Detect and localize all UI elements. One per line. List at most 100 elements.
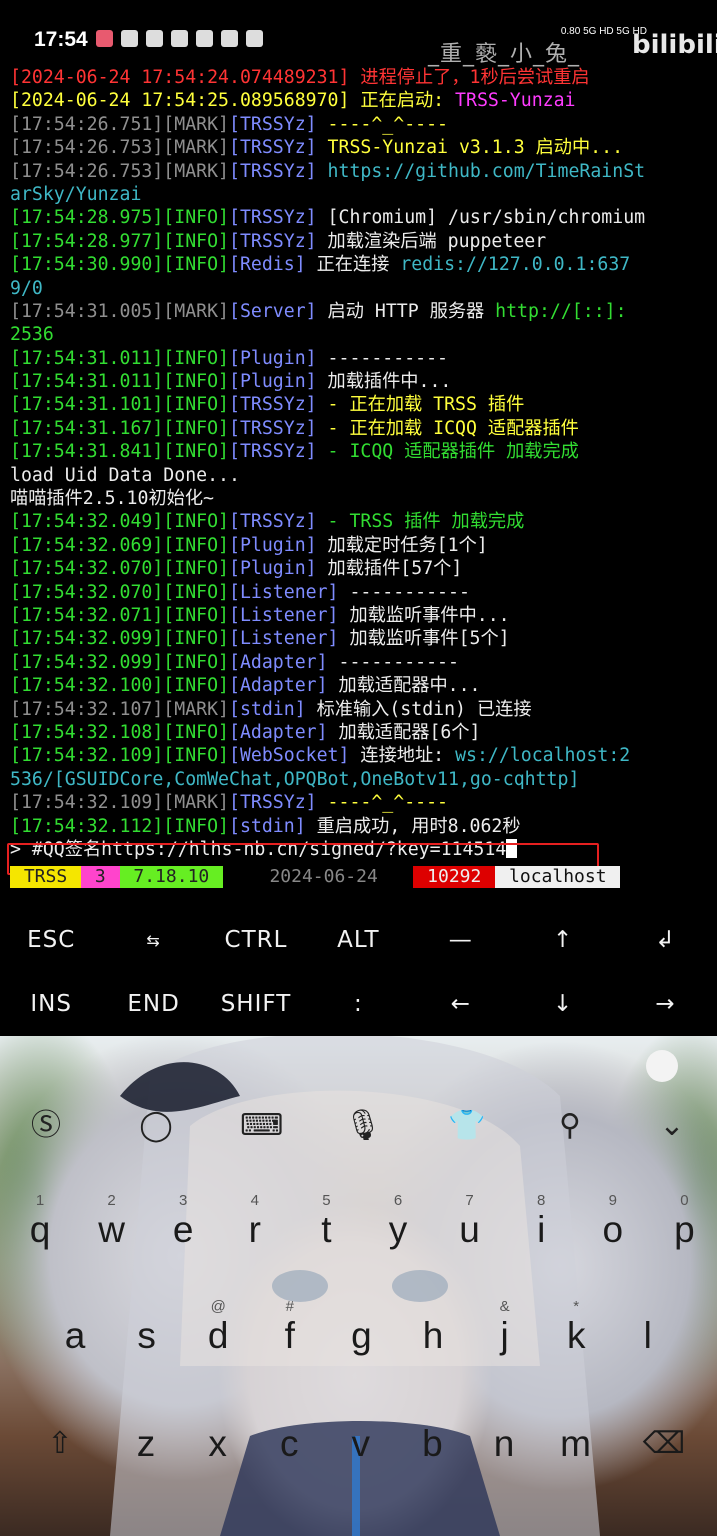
log-segment: [17:54:26.751][MARK] (10, 113, 229, 135)
key-i[interactable]: 8i (511, 1192, 571, 1250)
log-segment: [stdin] (229, 698, 306, 720)
sogou-logo-icon[interactable]: Ⓢ (28, 1108, 64, 1144)
extra-key[interactable]: CTRL (205, 927, 307, 953)
key-label: b (422, 1423, 443, 1464)
extra-key[interactable]: END (102, 991, 204, 1017)
key-label: x (208, 1423, 227, 1464)
log-segment: [2024-06-24 17:54:25.089568970] 正在启动: (10, 90, 456, 112)
extra-key[interactable]: : (307, 991, 409, 1017)
log-segment: 加载插件中... (316, 371, 452, 393)
log-segment: - ICQQ 适配器插件 加载完成 (316, 441, 579, 463)
key-hint (117, 1298, 177, 1316)
extra-key[interactable]: SHIFT (205, 991, 307, 1017)
log-segment: [17:54:32.099][INFO] (10, 651, 229, 673)
collapse-keyboard-icon[interactable]: ⌄ (654, 1108, 690, 1144)
key-label: p (674, 1209, 695, 1250)
log-segment: ----^_^---- (316, 113, 449, 135)
terminal-output[interactable]: [2024-06-24 17:54:24.074489231] 进程停止了，1秒… (10, 66, 710, 861)
extra-key[interactable]: ↓ (512, 991, 614, 1017)
key-hint (45, 1298, 105, 1316)
key-z[interactable]: z (116, 1406, 176, 1464)
log-line: [17:54:30.990][INFO][Redis] 正在连接 redis:/… (10, 253, 710, 276)
key-a[interactable]: a (45, 1298, 105, 1356)
notification-icons (96, 30, 263, 47)
extra-key[interactable]: ALT (307, 927, 409, 953)
extra-key[interactable]: → (614, 991, 716, 1017)
key-o[interactable]: 9o (583, 1192, 643, 1250)
log-segment: ----------- (338, 581, 470, 603)
key-p[interactable]: 0p (654, 1192, 714, 1250)
app-notification-icon (96, 30, 113, 47)
log-line: [17:54:31.841][INFO][TRSSYz] - ICQQ 适配器插… (10, 440, 710, 463)
log-segment: [17:54:32.049][INFO] (10, 511, 229, 533)
key-hint: 0 (680, 1192, 689, 1209)
log-segment: 9/0 (10, 277, 43, 299)
key-y[interactable]: 6y (368, 1192, 428, 1250)
log-segment: ws://localhost:2 (455, 745, 631, 767)
extra-key[interactable]: ← (410, 991, 512, 1017)
log-segment: [17:54:31.011][INFO] (10, 347, 229, 369)
log-line: [17:54:28.975][INFO][TRSSYz] [Chromium] … (10, 206, 710, 229)
key-n[interactable]: n (474, 1406, 534, 1464)
key-w[interactable]: 2w (82, 1192, 142, 1250)
key-d[interactable]: @ d (188, 1298, 248, 1356)
key-hint (618, 1298, 678, 1316)
shift-key[interactable]: ⇧ (30, 1406, 90, 1464)
key-t[interactable]: 5t (296, 1192, 356, 1250)
extra-key[interactable]: ↑ (512, 927, 614, 953)
log-segment: ----^_^---- (316, 792, 449, 814)
extra-key[interactable]: ⇆ (102, 931, 204, 950)
microphone-icon[interactable]: 🎙 (344, 1108, 382, 1144)
key-hint: @ (210, 1298, 226, 1315)
key-c[interactable]: c (259, 1406, 319, 1464)
key-q[interactable]: 1q (10, 1192, 70, 1250)
status-time: 17:54 (34, 28, 88, 51)
log-segment: [TRSSYz] (229, 230, 317, 252)
key-hint: 5 (322, 1192, 331, 1209)
key-k[interactable]: * k (546, 1298, 606, 1356)
key-s[interactable]: s (117, 1298, 177, 1356)
terminal-icon (171, 30, 188, 47)
key-b[interactable]: b (402, 1406, 462, 1464)
log-segment: [TRSSYz] (229, 137, 317, 159)
log-segment: [TRSSYz] (229, 113, 317, 135)
key-r[interactable]: 4r (225, 1192, 285, 1250)
key-e[interactable]: 3e (153, 1192, 213, 1250)
extra-key[interactable]: — (410, 927, 512, 953)
log-segment: [17:54:31.011][INFO] (10, 371, 229, 393)
key-label: f (284, 1315, 295, 1356)
log-segment: [Listener] (229, 628, 339, 650)
key-x[interactable]: x (188, 1406, 248, 1464)
log-segment: [17:54:32.070][INFO] (10, 581, 229, 603)
log-line: [17:54:32.099][INFO][Listener] 加载监听事件[5个… (10, 627, 710, 650)
key-h[interactable]: h (403, 1298, 463, 1356)
search-icon[interactable]: ⚲ (552, 1108, 588, 1144)
key-m[interactable]: m (546, 1406, 606, 1464)
key-f[interactable]: # f (260, 1298, 320, 1356)
log-line: [17:54:31.005][MARK][Server] 启动 HTTP 服务器… (10, 300, 710, 323)
key-v[interactable]: v (331, 1406, 391, 1464)
log-line: [17:54:32.070][INFO][Plugin] 加载插件[57个] (10, 557, 710, 580)
gallery-icon (121, 30, 138, 47)
emoji-icon[interactable]: ◯ (138, 1108, 174, 1144)
extra-key[interactable]: ↲ (614, 927, 716, 953)
keyboard-layout-icon[interactable]: ⌨ (240, 1108, 283, 1144)
log-line: [17:54:32.109][MARK][TRSSYz] ----^_^---- (10, 791, 710, 814)
extra-key[interactable]: INS (0, 991, 102, 1017)
log-segment: [TRSSYz] (229, 160, 317, 182)
log-segment: [Plugin] (229, 558, 317, 580)
extra-key[interactable]: ESC (0, 927, 102, 953)
key-l[interactable]: l (618, 1298, 678, 1356)
log-line: [17:54:31.167][INFO][TRSSYz] - 正在加载 ICQQ… (10, 417, 710, 440)
key-u[interactable]: 7u (440, 1192, 500, 1250)
log-segment: http://[::]: (495, 300, 627, 322)
key-j[interactable]: & j (475, 1298, 535, 1356)
backspace-key[interactable]: ⌫ (634, 1406, 694, 1464)
log-segment: [17:54:28.975][INFO] (10, 207, 229, 229)
skin-icon[interactable]: 👕 (448, 1108, 485, 1144)
log-line: load Uid Data Done... (10, 464, 710, 487)
key-hint: 3 (179, 1192, 188, 1209)
video-watermark: _重_褻_小_兔_ (428, 42, 581, 67)
wechat-icon (196, 30, 213, 47)
key-g[interactable]: g (331, 1298, 391, 1356)
